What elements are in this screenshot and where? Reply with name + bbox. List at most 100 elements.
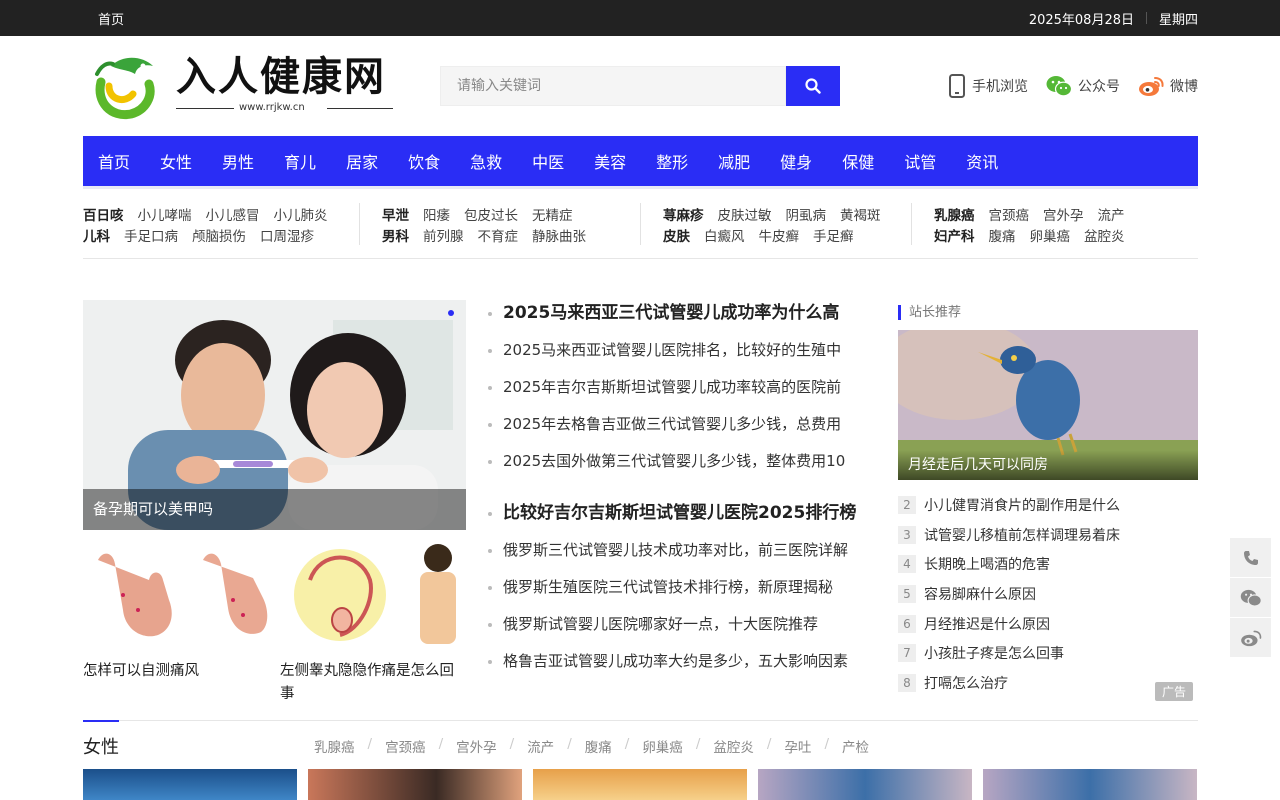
- tag-link[interactable]: 流产: [1098, 204, 1125, 224]
- headline-item[interactable]: 2025年吉尔吉斯斯坦试管婴儿成功率较高的医院前: [488, 374, 873, 411]
- section-card-image[interactable]: [758, 769, 972, 800]
- tag-link[interactable]: 白癜风: [704, 225, 745, 245]
- topbar-home-link[interactable]: 首页: [98, 9, 124, 28]
- thumb-caption[interactable]: 怎样可以自测痛风: [83, 660, 269, 683]
- tag-link[interactable]: 不育症: [478, 225, 519, 245]
- float-wechat-button[interactable]: [1230, 578, 1271, 618]
- float-phone-button[interactable]: [1230, 538, 1271, 578]
- tag-link[interactable]: 手足癣: [813, 225, 854, 245]
- tag-head[interactable]: 皮肤: [663, 225, 690, 245]
- tag-link[interactable]: 黄褐斑: [840, 204, 881, 224]
- tag-link[interactable]: 静脉曲张: [532, 225, 586, 245]
- tag-link[interactable]: 口周湿疹: [260, 225, 314, 245]
- rank-item[interactable]: 8 打嗝怎么治疗: [898, 668, 1198, 698]
- tag-head[interactable]: 妇产科: [934, 225, 975, 245]
- tag-head[interactable]: 男科: [382, 225, 409, 245]
- tag-link[interactable]: 小儿感冒: [206, 204, 260, 224]
- section-card-image[interactable]: [983, 769, 1197, 800]
- tag-link[interactable]: 手足口病: [124, 225, 178, 245]
- rank-item[interactable]: 4 长期晚上喝酒的危害: [898, 549, 1198, 579]
- tag-link[interactable]: 前列腺: [423, 225, 464, 245]
- hero-caption: 备孕期可以美甲吗: [83, 489, 466, 530]
- section-tag[interactable]: 宫颈癌: [385, 736, 426, 756]
- section-card-image[interactable]: [83, 769, 297, 800]
- tag-link[interactable]: 牛皮癣: [759, 225, 800, 245]
- float-weibo-button[interactable]: [1230, 618, 1271, 658]
- tag-link[interactable]: 无精症: [532, 204, 573, 224]
- headline-item[interactable]: 俄罗斯三代试管婴儿技术成功率对比，前三医院详解: [488, 537, 873, 574]
- nav-item[interactable]: 资讯: [966, 149, 998, 173]
- rank-item[interactable]: 3 试管婴儿移植前怎样调理易着床: [898, 520, 1198, 550]
- section-tag[interactable]: 宫外孕: [456, 736, 497, 756]
- thumb-caption[interactable]: 左侧睾丸隐隐作痛是怎么回事: [280, 660, 466, 706]
- tag-head[interactable]: 儿科: [83, 225, 110, 245]
- nav-item[interactable]: 居家: [346, 149, 378, 173]
- tag-head[interactable]: 荨麻疹: [663, 204, 704, 224]
- carousel-indicator[interactable]: [448, 310, 454, 316]
- headline-item[interactable]: 俄罗斯生殖医院三代试管技术排行榜，新原理揭秘: [488, 574, 873, 611]
- nav-item[interactable]: 饮食: [408, 149, 440, 173]
- hero-slide[interactable]: 备孕期可以美甲吗: [83, 300, 466, 530]
- headline-item[interactable]: 2025马来西亚试管婴儿医院排名，比较好的生殖中: [488, 337, 873, 374]
- nav-item[interactable]: 减肥: [718, 149, 750, 173]
- rank-item[interactable]: 2 小儿健胃消食片的副作用是什么: [898, 490, 1198, 520]
- tag-link[interactable]: 包皮过长: [464, 204, 518, 224]
- wechat-link[interactable]: 公众号: [1046, 75, 1120, 97]
- tag-link[interactable]: 小儿肺炎: [274, 204, 328, 224]
- nav-item[interactable]: 健身: [780, 149, 812, 173]
- nav-item[interactable]: 首页: [98, 149, 130, 173]
- divider: /: [438, 736, 444, 752]
- rank-item[interactable]: 6 月经推迟是什么原因: [898, 609, 1198, 639]
- nav-item[interactable]: 保健: [842, 149, 874, 173]
- wechat-icon: [1046, 76, 1072, 97]
- tag-link[interactable]: 腹痛: [989, 225, 1016, 245]
- tag-head[interactable]: 早泄: [382, 204, 409, 224]
- tag-link[interactable]: 宫颈癌: [989, 204, 1030, 224]
- search-button[interactable]: [786, 66, 840, 106]
- section-title[interactable]: 女性: [83, 733, 119, 759]
- section-card-image[interactable]: [308, 769, 522, 800]
- nav-item[interactable]: 中医: [532, 149, 564, 173]
- section-tag[interactable]: 盆腔炎: [713, 736, 754, 756]
- rank-number: 8: [898, 673, 916, 692]
- nav-item[interactable]: 试管: [904, 149, 936, 173]
- headline-item[interactable]: 2025去国外做第三代试管婴儿多少钱，整体费用10: [488, 448, 873, 485]
- tag-link[interactable]: 小儿哮喘: [138, 204, 192, 224]
- tag-link[interactable]: 宫外孕: [1043, 204, 1084, 224]
- section-card-image[interactable]: [533, 769, 747, 800]
- section-tag[interactable]: 流产: [527, 736, 554, 756]
- search-input[interactable]: [440, 66, 786, 106]
- article-thumb-testicle[interactable]: [280, 540, 466, 652]
- tag-head[interactable]: 乳腺癌: [934, 204, 975, 224]
- headline-item[interactable]: 2025年去格鲁吉亚做三代试管婴儿多少钱，总费用: [488, 411, 873, 448]
- section-tag[interactable]: 乳腺癌: [314, 736, 355, 756]
- tag-link[interactable]: 卵巢癌: [1030, 225, 1071, 245]
- section-tag[interactable]: 卵巢癌: [642, 736, 683, 756]
- section-tag[interactable]: 孕吐: [784, 736, 811, 756]
- nav-item[interactable]: 急救: [470, 149, 502, 173]
- sidebar-feature[interactable]: 月经走后几天可以同房: [898, 330, 1198, 480]
- rank-item[interactable]: 7 小孩肚子疼是怎么回事: [898, 638, 1198, 668]
- tag-link[interactable]: 皮肤过敏: [718, 204, 772, 224]
- nav-item[interactable]: 育儿: [284, 149, 316, 173]
- weibo-link[interactable]: 微博: [1138, 75, 1198, 97]
- headline-item[interactable]: 2025马来西亚三代试管婴儿成功率为什么高: [488, 300, 873, 337]
- tag-head[interactable]: 百日咳: [83, 204, 124, 224]
- article-thumb-gout[interactable]: [83, 540, 269, 652]
- section-tag[interactable]: 腹痛: [585, 736, 612, 756]
- nav-item[interactable]: 女性: [160, 149, 192, 173]
- headline-item[interactable]: 俄罗斯试管婴儿医院哪家好一点，十大医院推荐: [488, 611, 873, 648]
- nav-item[interactable]: 整形: [656, 149, 688, 173]
- tag-link[interactable]: 阳痿: [423, 204, 450, 224]
- tag-link[interactable]: 盆腔炎: [1084, 225, 1125, 245]
- section-tag[interactable]: 产检: [842, 736, 869, 756]
- mobile-link[interactable]: 手机浏览: [948, 74, 1028, 98]
- nav-item[interactable]: 美容: [594, 149, 626, 173]
- tag-link[interactable]: 阴虱病: [786, 204, 827, 224]
- headline-item[interactable]: 格鲁吉亚试管婴儿成功率大约是多少，五大影响因素: [488, 648, 873, 685]
- rank-item[interactable]: 5 容易脚麻什么原因: [898, 579, 1198, 609]
- nav-item[interactable]: 男性: [222, 149, 254, 173]
- site-logo[interactable]: 入人健康网 www.rrjkw.cn: [91, 52, 393, 120]
- tag-link[interactable]: 颅脑损伤: [192, 225, 246, 245]
- headline-item[interactable]: 比较好吉尔吉斯斯坦试管婴儿医院2025排行榜: [488, 500, 873, 537]
